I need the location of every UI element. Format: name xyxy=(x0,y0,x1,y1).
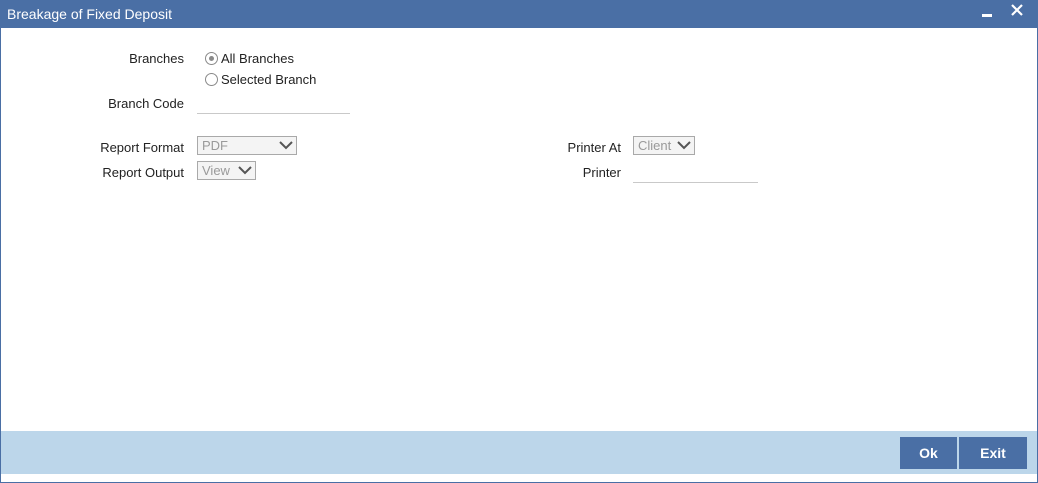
title-bar: Breakage of Fixed Deposit xyxy=(1,1,1037,28)
branches-label: Branches xyxy=(129,51,184,66)
report-window: Breakage of Fixed Deposit Branches All B… xyxy=(0,0,1038,483)
radio-all-branches[interactable]: All Branches xyxy=(205,51,294,66)
report-format-select[interactable]: PDF xyxy=(197,136,297,155)
ok-button[interactable]: Ok xyxy=(900,437,957,469)
chevron-down-icon xyxy=(279,141,293,150)
select-value: View xyxy=(202,163,230,178)
minimize-button[interactable] xyxy=(977,3,997,23)
radio-button[interactable] xyxy=(205,73,218,86)
window-title: Breakage of Fixed Deposit xyxy=(7,6,172,22)
printer-label: Printer xyxy=(582,165,621,180)
radio-label: Selected Branch xyxy=(221,72,317,87)
printer-input[interactable] xyxy=(633,165,758,183)
radio-button[interactable] xyxy=(205,52,218,65)
branch-code-label: Branch Code xyxy=(108,96,184,111)
footer-bar: Ok Exit xyxy=(1,431,1037,474)
select-value: Client xyxy=(638,138,672,153)
report-format-label: Report Format xyxy=(100,140,184,155)
minimize-icon xyxy=(982,14,992,17)
chevron-down-icon xyxy=(677,141,691,150)
report-output-label: Report Output xyxy=(102,165,184,180)
branch-code-input[interactable] xyxy=(197,96,350,114)
close-icon xyxy=(1011,4,1023,16)
printer-at-label: Printer At xyxy=(567,140,621,155)
chevron-down-icon xyxy=(238,166,252,175)
printer-at-select[interactable]: Client xyxy=(633,136,695,155)
report-output-select[interactable]: View xyxy=(197,161,256,180)
close-button[interactable] xyxy=(1008,3,1028,23)
radio-selected-branch[interactable]: Selected Branch xyxy=(205,72,316,87)
select-value: PDF xyxy=(202,138,228,153)
radio-label: All Branches xyxy=(221,51,294,66)
exit-button[interactable]: Exit xyxy=(959,437,1027,469)
